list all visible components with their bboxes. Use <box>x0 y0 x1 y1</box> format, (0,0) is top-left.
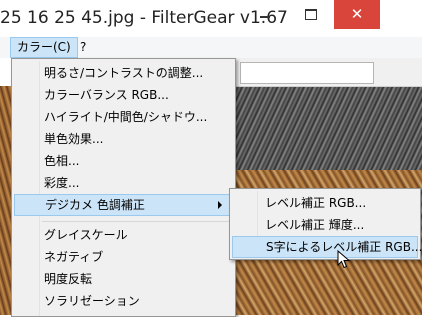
menu-bar: カラー(C) ? <box>0 37 422 58</box>
menu-help[interactable]: ? <box>74 38 92 57</box>
menu-item-digicam-color-correction[interactable]: デジカメ 色調補正 <box>14 194 233 216</box>
menu-item-highlight-midtone-shadow[interactable]: ハイライト/中間色/シャドウ... <box>14 106 233 128</box>
title-bar: 25 16 25 45.jpg - FilterGear v1.67 ✕ <box>0 0 422 38</box>
menu-item-brightness-contrast[interactable]: 明るさ/コントラストの調整... <box>14 62 233 84</box>
digicam-submenu: レベル補正 RGB... レベル補正 輝度... S字によるレベル補正 RGB.… <box>229 188 422 260</box>
menu-item-label: ネガティブ <box>44 250 104 264</box>
menu-item-brightness-invert[interactable]: 明度反転 <box>14 268 233 290</box>
menu-item-label: デジカメ 色調補正 <box>45 198 145 212</box>
close-icon: ✕ <box>350 5 364 23</box>
color-dropdown-menu: 明るさ/コントラストの調整... カラーバランス RGB... ハイライト/中間… <box>11 58 236 317</box>
menu-item-solarization[interactable]: ソラリゼーション <box>14 290 233 312</box>
menu-item-label: 単色効果... <box>44 132 104 146</box>
submenu-item-level-rgb[interactable]: レベル補正 RGB... <box>232 192 418 214</box>
menu-item-label: 明度反転 <box>44 272 93 286</box>
menu-item-label: 色相... <box>44 154 80 168</box>
menu-separator <box>42 221 232 222</box>
minimize-button[interactable] <box>242 0 288 29</box>
menu-item-label: 彩度... <box>44 176 80 190</box>
menu-item-label: ソラリゼーション <box>44 294 140 308</box>
menu-item-monochrome[interactable]: 単色効果... <box>14 128 233 150</box>
maximize-icon <box>305 9 317 20</box>
maximize-button[interactable] <box>288 0 334 29</box>
menu-item-hue[interactable]: 色相... <box>14 150 233 172</box>
menu-item-label: グレイスケール <box>44 228 128 242</box>
menu-item-negative[interactable]: ネガティブ <box>14 246 233 268</box>
menu-color[interactable]: カラー(C) <box>10 37 78 58</box>
menu-item-grayscale[interactable]: グレイスケール <box>14 224 233 246</box>
toolbar <box>236 58 422 87</box>
submenu-item-label: レベル補正 RGB... <box>265 196 367 210</box>
menu-item-saturation[interactable]: 彩度... <box>14 172 233 194</box>
toolbar-field[interactable] <box>240 62 374 84</box>
menu-item-label: 明るさ/コントラストの調整... <box>44 66 204 80</box>
submenu-arrow-icon <box>218 201 222 209</box>
minimize-icon <box>260 16 270 18</box>
close-button[interactable]: ✕ <box>334 0 380 29</box>
pointer-cursor-icon <box>337 250 351 269</box>
menu-item-label: ハイライト/中間色/シャドウ... <box>44 110 208 124</box>
submenu-item-label: レベル補正 輝度... <box>265 218 365 232</box>
submenu-item-s-curve-level-rgb[interactable]: S字によるレベル補正 RGB... <box>232 236 422 258</box>
submenu-item-level-luminance[interactable]: レベル補正 輝度... <box>232 214 418 236</box>
menu-item-color-balance[interactable]: カラーバランス RGB... <box>14 84 233 106</box>
menu-item-label: カラーバランス RGB... <box>44 88 169 102</box>
